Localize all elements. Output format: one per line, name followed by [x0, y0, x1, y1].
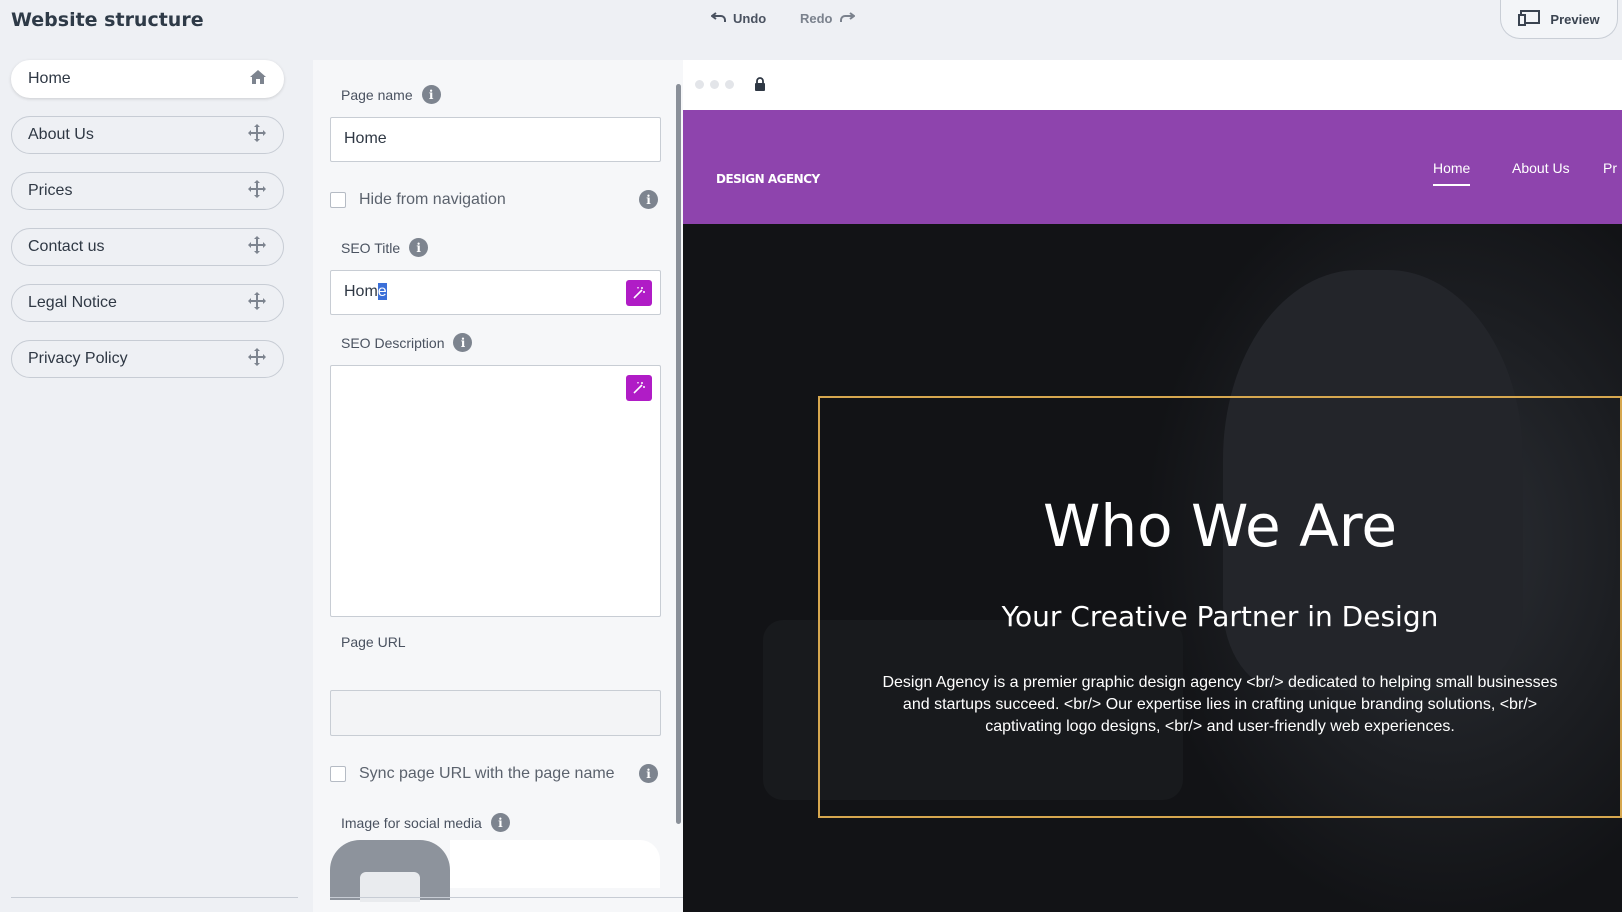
- redo-icon: [839, 11, 856, 26]
- social-image-label: Image for social media: [341, 814, 482, 831]
- redo-button[interactable]: Redo: [800, 11, 856, 26]
- app-title: Website structure: [11, 9, 204, 31]
- sync-url-checkbox[interactable]: [330, 766, 346, 782]
- hero-title: Who We Are: [1042, 492, 1398, 560]
- site-nav-prices[interactable]: Pr: [1603, 160, 1617, 176]
- hide-nav-label: Hide from navigation: [359, 191, 506, 208]
- sidebar-item-label: About Us: [28, 126, 94, 143]
- sidebar-item-label: Privacy Policy: [28, 350, 128, 367]
- move-icon[interactable]: [247, 235, 267, 260]
- sidebar-item-privacy-policy[interactable]: Privacy Policy: [11, 340, 284, 378]
- info-icon[interactable]: i: [639, 764, 658, 783]
- sidebar-item-label: Legal Notice: [28, 294, 117, 311]
- move-icon[interactable]: [247, 291, 267, 316]
- info-icon[interactable]: i: [453, 333, 473, 352]
- sidebar-item-label: Home: [28, 70, 71, 87]
- preview-button[interactable]: Preview: [1500, 0, 1618, 39]
- sync-url-row: Sync page URL with the page name: [330, 765, 615, 783]
- info-icon[interactable]: i: [421, 85, 441, 104]
- home-icon: [249, 69, 267, 90]
- move-icon[interactable]: [247, 179, 267, 204]
- panel-divider: [330, 897, 683, 898]
- window-dot: [695, 80, 704, 89]
- site-nav-about-us[interactable]: About Us: [1512, 160, 1570, 176]
- undo-button[interactable]: Undo: [710, 11, 767, 26]
- social-image-label-row: Image for social media i: [341, 813, 510, 832]
- move-icon[interactable]: [247, 123, 267, 148]
- magic-wand-icon[interactable]: [626, 280, 652, 306]
- page-name-value: Home: [344, 130, 387, 147]
- sidebar-item-prices[interactable]: Prices: [11, 172, 284, 210]
- seo-title-label-row: SEO Title i: [341, 238, 429, 257]
- page-name-label: Page name: [341, 86, 413, 103]
- seo-title-label: SEO Title: [341, 239, 401, 256]
- sync-url-label: Sync page URL with the page name: [359, 765, 615, 782]
- hide-nav-checkbox[interactable]: [330, 192, 346, 208]
- undo-label: Undo: [733, 11, 767, 26]
- sidebar-item-label: Prices: [28, 182, 73, 199]
- sidebar-item-home[interactable]: Home: [11, 60, 284, 98]
- website-preview: DESIGN AGENCY Home About Us Pr Who We Ar…: [683, 60, 1622, 912]
- seo-description-textarea[interactable]: [330, 365, 661, 617]
- window-dot: [725, 80, 734, 89]
- browser-bar: [683, 60, 1622, 110]
- info-icon[interactable]: i: [490, 813, 510, 832]
- preview-label: Preview: [1550, 11, 1600, 27]
- page-url-label: Page URL: [341, 634, 406, 650]
- window-dots: [695, 80, 734, 89]
- panel-scrollbar[interactable]: [676, 84, 681, 824]
- hide-nav-row: Hide from navigation: [330, 191, 506, 209]
- hero-body: Design Agency is a premier graphic desig…: [882, 674, 1558, 735]
- undo-icon: [710, 11, 727, 26]
- hero-subtitle: Your Creative Partner in Design: [1001, 600, 1439, 633]
- site-logo[interactable]: DESIGN AGENCY: [716, 172, 820, 186]
- social-image-dropzone[interactable]: [450, 840, 660, 888]
- window-dot: [710, 80, 719, 89]
- info-icon[interactable]: i: [409, 238, 429, 257]
- site-nav-home[interactable]: Home: [1433, 160, 1471, 186]
- sidebar-item-label: Contact us: [28, 238, 105, 255]
- magic-wand-icon[interactable]: [626, 375, 652, 401]
- page-name-label-row: Page name i: [341, 85, 441, 104]
- seo-title-value: Home: [344, 283, 387, 300]
- seo-title-input[interactable]: Home: [330, 270, 661, 315]
- page-url-input[interactable]: [330, 690, 661, 736]
- move-icon[interactable]: [247, 347, 267, 372]
- redo-label: Redo: [800, 11, 833, 26]
- site-header: [683, 110, 1622, 224]
- lock-icon: [754, 77, 766, 96]
- sidebar-item-contact-us[interactable]: Contact us: [11, 228, 284, 266]
- seo-description-label-row: SEO Description i: [341, 333, 473, 352]
- sidebar-divider: [11, 897, 298, 898]
- devices-icon: [1518, 9, 1542, 29]
- text-selection: e: [377, 283, 387, 300]
- page-url-label-row: Page URL: [341, 634, 406, 650]
- seo-description-label: SEO Description: [341, 334, 445, 351]
- sidebar-item-about-us[interactable]: About Us: [11, 116, 284, 154]
- sidebar-item-legal-notice[interactable]: Legal Notice: [11, 284, 284, 322]
- info-icon[interactable]: i: [639, 190, 658, 209]
- page-name-input[interactable]: Home: [330, 117, 661, 162]
